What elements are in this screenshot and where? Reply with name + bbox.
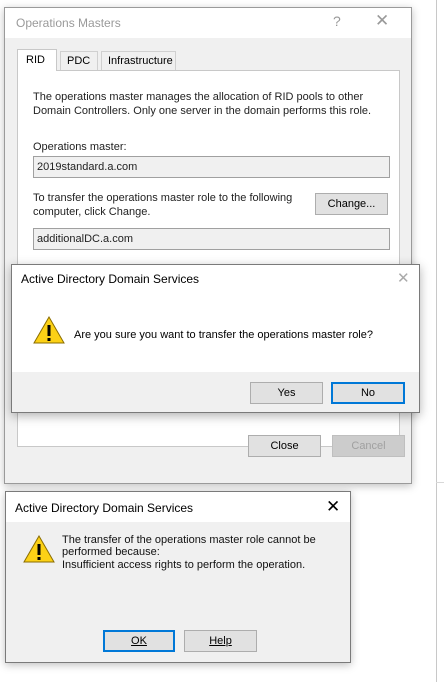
close-icon[interactable]: ✕: [397, 269, 410, 287]
confirm-titlebar: Active Directory Domain Services ✕: [12, 265, 419, 295]
error-message-line-3: Insufficient access rights to perform th…: [62, 559, 306, 571]
error-message-line-1: The transfer of the operations master ro…: [62, 534, 316, 546]
operations-master-label: Operations master:: [33, 141, 127, 153]
ops-titlebar: Operations Masters ? ✕: [5, 8, 411, 38]
cancel-button: Cancel: [332, 435, 405, 457]
warning-icon: [33, 315, 65, 344]
close-button[interactable]: Close: [248, 435, 321, 457]
tab-pdc[interactable]: PDC: [60, 51, 98, 70]
warning-icon: [23, 534, 55, 563]
error-dialog: Active Directory Domain Services ✕ The t…: [5, 491, 351, 663]
error-titlebar: Active Directory Domain Services ✕: [6, 492, 350, 522]
change-button[interactable]: Change...: [315, 193, 388, 215]
ok-label: OK: [131, 635, 147, 647]
ok-button[interactable]: OK: [103, 630, 175, 652]
background-divider: [436, 482, 444, 483]
close-icon[interactable]: ✕: [375, 11, 389, 31]
operations-master-field: 2019standard.a.com: [33, 156, 390, 178]
ops-title: Operations Masters: [16, 16, 121, 30]
confirm-message: Are you sure you want to transfer the op…: [74, 329, 373, 341]
transfer-instructions: To transfer the operations master role t…: [33, 192, 293, 218]
confirm-title: Active Directory Domain Services: [21, 272, 200, 286]
tab-rid[interactable]: RID: [17, 49, 57, 71]
background-window-edge: [436, 0, 444, 682]
close-icon[interactable]: ✕: [326, 497, 340, 517]
rid-description: The operations master manages the alloca…: [33, 91, 372, 117]
target-computer-field: additionalDC.a.com: [33, 228, 390, 250]
confirm-transfer-dialog: Active Directory Domain Services ✕ Are y…: [11, 264, 420, 413]
error-message-line-2: performed because:: [62, 546, 160, 558]
yes-button[interactable]: Yes: [250, 382, 323, 404]
help-label: Help: [209, 635, 232, 647]
no-button[interactable]: No: [331, 382, 405, 404]
error-title: Active Directory Domain Services: [15, 501, 194, 515]
help-button[interactable]: Help: [184, 630, 257, 652]
help-icon[interactable]: ?: [333, 13, 341, 29]
tab-infrastructure[interactable]: Infrastructure: [101, 51, 176, 70]
